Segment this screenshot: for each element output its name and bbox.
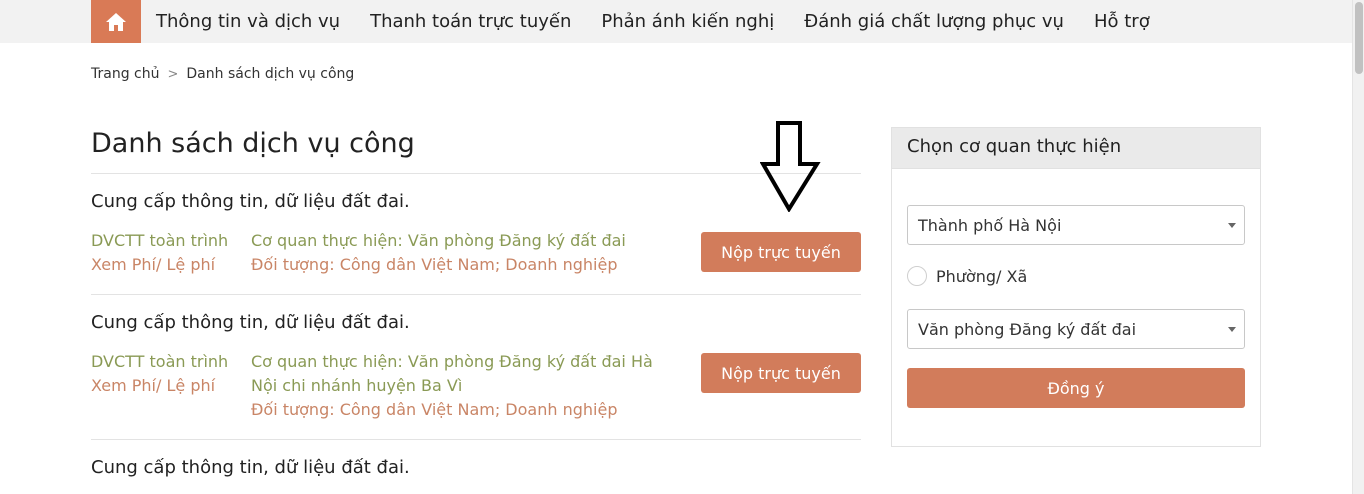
fee-link[interactable]: Xem Phí/ Lệ phí	[91, 253, 251, 277]
page-scrollbar[interactable]	[1352, 0, 1364, 494]
service-agency: Cơ quan thực hiện: Văn phòng Đăng ký đất…	[251, 231, 626, 250]
nav-item-service-rating[interactable]: Đánh giá chất lượng phục vụ	[789, 11, 1079, 32]
service-level: DVCTT toàn trình	[91, 352, 229, 371]
service-item: Cung cấp thông tin, dữ liệu đất đai. DVC…	[91, 294, 861, 439]
breadcrumb-home-link[interactable]: Trang chủ	[91, 66, 159, 82]
province-select-value: Thành phố Hà Nội	[918, 215, 1062, 235]
service-item: Cung cấp thông tin, dữ liệu đất đai.	[91, 439, 861, 494]
nav-item-support[interactable]: Hỗ trợ	[1079, 11, 1165, 32]
ward-radio[interactable]	[907, 266, 927, 286]
service-title[interactable]: Cung cấp thông tin, dữ liệu đất đai.	[91, 440, 861, 494]
chevron-down-icon	[1228, 327, 1236, 332]
province-select[interactable]: Thành phố Hà Nội	[907, 205, 1245, 245]
breadcrumb-separator: >	[167, 66, 179, 82]
fee-link[interactable]: Xem Phí/ Lệ phí	[91, 374, 251, 398]
nav-item-feedback[interactable]: Phản ánh kiến nghị	[586, 11, 789, 32]
service-target: Đối tượng: Công dân Việt Nam; Doanh nghi…	[251, 255, 618, 274]
service-agency: Cơ quan thực hiện: Văn phòng Đăng ký đất…	[251, 352, 653, 395]
service-item: Cung cấp thông tin, dữ liệu đất đai. DVC…	[91, 173, 861, 294]
agency-filter-panel: Chọn cơ quan thực hiện Thành phố Hà Nội …	[891, 127, 1261, 447]
submit-online-button[interactable]: Nộp trực tuyến	[701, 353, 861, 393]
scrollbar-thumb[interactable]	[1355, 2, 1363, 74]
agency-select-value: Văn phòng Đăng ký đất đai	[918, 319, 1137, 339]
chevron-down-icon	[1228, 223, 1236, 228]
agree-button[interactable]: Đồng ý	[907, 368, 1245, 408]
breadcrumb-current: Danh sách dịch vụ công	[186, 66, 355, 82]
top-navigation: Thông tin và dịch vụ Thanh toán trực tuy…	[0, 0, 1352, 43]
service-list: Cung cấp thông tin, dữ liệu đất đai. DVC…	[91, 173, 861, 494]
service-title[interactable]: Cung cấp thông tin, dữ liệu đất đai.	[91, 295, 861, 350]
nav-item-online-payment[interactable]: Thanh toán trực tuyến	[355, 11, 586, 32]
submit-online-button[interactable]: Nộp trực tuyến	[701, 232, 861, 272]
nav-item-information-services[interactable]: Thông tin và dịch vụ	[141, 11, 355, 32]
home-icon	[106, 12, 126, 31]
ward-radio-option[interactable]: Phường/ Xã	[907, 266, 1027, 286]
home-button[interactable]	[91, 0, 141, 43]
page-title: Danh sách dịch vụ công	[91, 128, 415, 159]
breadcrumb: Trang chủ > Danh sách dịch vụ công	[91, 66, 354, 82]
down-arrow-icon	[760, 121, 821, 212]
panel-title: Chọn cơ quan thực hiện	[892, 128, 1260, 169]
service-target: Đối tượng: Công dân Việt Nam; Doanh nghi…	[251, 400, 618, 419]
ward-radio-label: Phường/ Xã	[936, 266, 1028, 286]
agency-select[interactable]: Văn phòng Đăng ký đất đai	[907, 309, 1245, 349]
service-title[interactable]: Cung cấp thông tin, dữ liệu đất đai.	[91, 174, 861, 229]
service-level: DVCTT toàn trình	[91, 231, 229, 250]
